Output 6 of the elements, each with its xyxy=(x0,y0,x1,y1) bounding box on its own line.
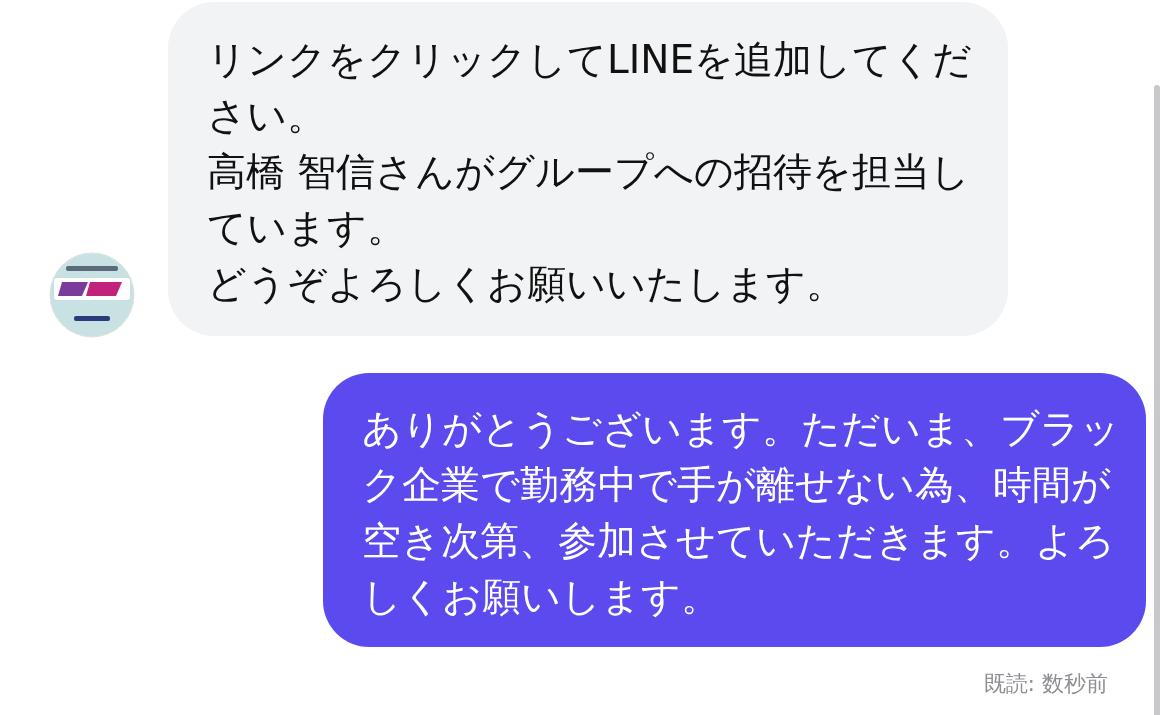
message-text: リンクをクリックしてLINEを追加してください。 xyxy=(207,36,974,140)
avatar-icon xyxy=(48,252,136,338)
message-text: ありがとうございます。ただいま、ブラック企業で勤務中で手が離せない為、時間が空き次第、参加させていただきます。よろしくお願いします。 xyxy=(362,405,1121,621)
message-text: どうぞよろしくお願いいたします。 xyxy=(207,260,846,308)
message-text: 高橋 智信さんがグループへの招待を担当しています。 xyxy=(207,148,972,252)
read-receipt: 既読: 数秒前 xyxy=(983,670,1108,698)
